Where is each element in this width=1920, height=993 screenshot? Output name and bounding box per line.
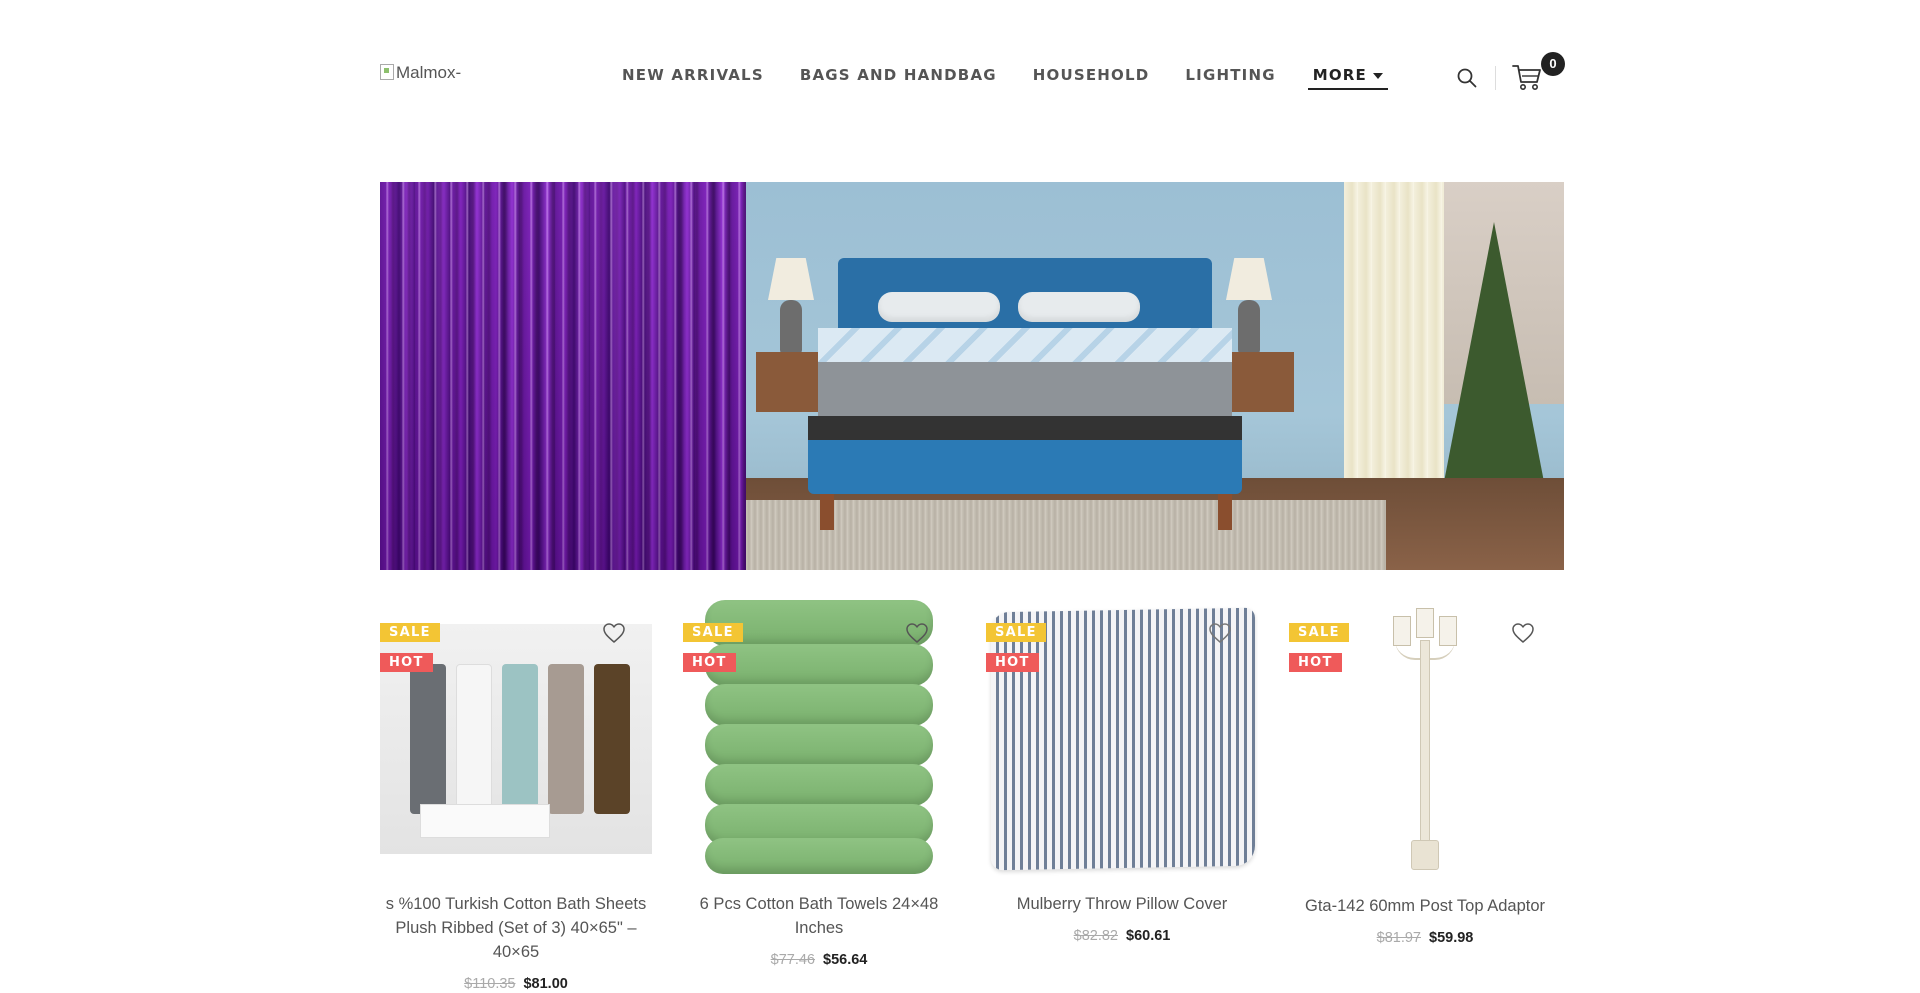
hero-lamp-shade-left [768, 258, 814, 300]
product-old-price: $81.97 [1376, 930, 1421, 946]
chevron-down-icon [1373, 73, 1383, 79]
hero-bed-leg [1218, 494, 1232, 530]
hero-bed-leg [820, 494, 834, 530]
hero-bedroom-image [746, 182, 1564, 570]
search-icon [1457, 68, 1477, 88]
main-nav: NEW ARRIVALS BAGS AND HANDBAG HOUSEHOLD … [622, 64, 1424, 90]
lamp-lantern [1393, 616, 1411, 646]
cart-count-badge: 0 [1541, 52, 1565, 76]
hero-bed-base [808, 416, 1242, 440]
nav-item-new-arrivals[interactable]: NEW ARRIVALS [622, 64, 764, 90]
sale-badge: SALE [1289, 623, 1349, 642]
site-header: Malmox- NEW ARRIVALS BAGS AND HANDBAG HO… [0, 0, 1920, 150]
heart-icon [1512, 623, 1534, 643]
product-price: $110.35 $81.00 [380, 974, 652, 993]
product-old-price: $110.35 [464, 976, 516, 992]
heart-icon [906, 623, 928, 643]
towel-hanging [456, 664, 492, 814]
product-photo-striped-pillow [991, 607, 1255, 871]
towel-fold [705, 724, 933, 766]
hero-footboard [808, 440, 1242, 494]
cart-button[interactable] [1510, 60, 1544, 94]
heart-icon [603, 623, 625, 643]
heart-icon [1209, 623, 1231, 643]
towel-hanging [548, 664, 584, 814]
wishlist-button[interactable] [1511, 622, 1535, 644]
product-title[interactable]: s %100 Turkish Cotton Bath Sheets Plush … [380, 892, 652, 964]
hero-rug [746, 500, 1386, 570]
product-sale-price: $59.98 [1429, 930, 1474, 946]
towel-hanging [594, 664, 630, 814]
product-sale-price: $81.00 [523, 976, 568, 992]
hero-banner[interactable] [380, 182, 1564, 570]
hero-pillow-left [878, 292, 1000, 322]
product-price: $81.97 $59.98 [1289, 928, 1561, 948]
hero-window-curtain [1344, 182, 1444, 488]
product-sale-price: $56.64 [823, 952, 868, 968]
product-old-price: $77.46 [770, 952, 815, 968]
lamp-post-base [1411, 840, 1439, 870]
wishlist-button[interactable] [905, 622, 929, 644]
nav-more-label: MORE [1312, 66, 1367, 84]
nav-item-household[interactable]: HOUSEHOLD [1033, 64, 1150, 90]
nav-item-lighting[interactable]: LIGHTING [1185, 64, 1275, 90]
product-title[interactable]: Gta-142 60mm Post Top Adaptor [1289, 894, 1561, 918]
hero-lamp-base-right [1238, 300, 1260, 354]
nav-item-more[interactable]: MORE [1307, 64, 1388, 90]
cart-icon [1512, 65, 1541, 90]
site-logo[interactable]: Malmox- [380, 64, 461, 82]
hero-mattress-top [818, 328, 1232, 362]
sale-badge: SALE [380, 623, 440, 642]
broken-image-icon [380, 64, 394, 80]
header-divider [1495, 66, 1496, 90]
hot-badge: HOT [380, 653, 433, 672]
sale-badge: SALE [683, 623, 743, 642]
logo-alt-text: Malmox- [396, 63, 462, 82]
towel-fold [705, 644, 933, 686]
hot-badge: HOT [1289, 653, 1342, 672]
towel-fold [705, 684, 933, 726]
hero-lamp-shade-right [1226, 258, 1272, 300]
lamp-lantern [1439, 616, 1457, 646]
hot-badge: HOT [986, 653, 1039, 672]
product-price: $82.82 $60.61 [986, 926, 1258, 946]
towel-hanging [502, 664, 538, 814]
towel-fold [705, 764, 933, 806]
nav-item-bags-and-handbag[interactable]: BAGS AND HANDBAG [800, 64, 997, 90]
search-button[interactable] [1455, 66, 1479, 90]
hero-lamp-base-left [780, 300, 802, 354]
towel-shelf [420, 804, 550, 838]
product-price: $77.46 $56.64 [683, 950, 955, 970]
product-grid: SALE HOT s %100 Turkish Cotton Bath Shee… [380, 600, 1564, 993]
wishlist-button[interactable] [602, 622, 626, 644]
hero-christmas-tree [1444, 222, 1544, 482]
lamp-post-pole [1420, 640, 1430, 868]
hero-mattress-side [818, 362, 1232, 416]
product-old-price: $82.82 [1073, 928, 1118, 944]
hero-nightstand-right [1224, 352, 1294, 412]
wishlist-button[interactable] [1208, 622, 1232, 644]
sale-badge: SALE [986, 623, 1046, 642]
product-title[interactable]: Mulberry Throw Pillow Cover [986, 892, 1258, 916]
hero-curtain-image [380, 182, 746, 570]
hero-nightstand-left [756, 352, 826, 412]
lamp-lantern [1416, 608, 1434, 638]
product-title[interactable]: 6 Pcs Cotton Bath Towels 24×48 Inches [683, 892, 955, 940]
product-sale-price: $60.61 [1126, 928, 1171, 944]
towel-fold [705, 838, 933, 874]
towel-hanging [410, 664, 446, 814]
hot-badge: HOT [683, 653, 736, 672]
hero-pillow-right [1018, 292, 1140, 322]
